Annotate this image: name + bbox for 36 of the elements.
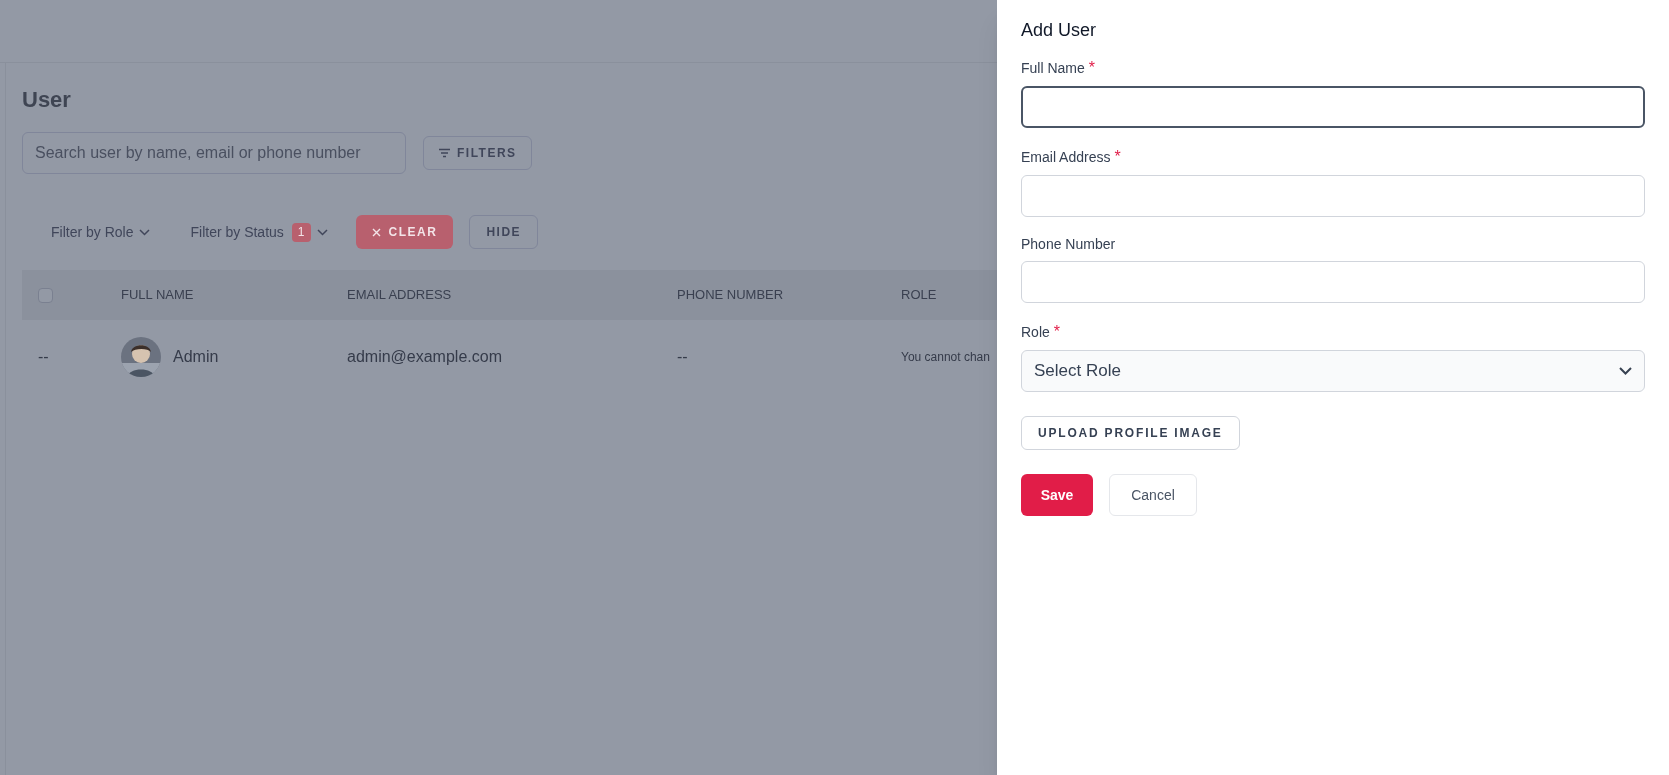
field-label: Full Name (1021, 59, 1085, 78)
chevron-down-icon (316, 228, 328, 236)
column-header: PHONE NUMBER (677, 286, 785, 305)
table-cell-text: Admin (173, 347, 219, 367)
input-field[interactable] (1021, 86, 1645, 128)
table-cell-text: You cannot chan (901, 349, 991, 366)
close-icon (371, 227, 381, 237)
required-mark: * (1053, 322, 1061, 342)
count-badge: 1 (291, 222, 311, 242)
field-label: Phone Number (1021, 235, 1116, 254)
filters-button[interactable]: FILTERS (423, 136, 532, 170)
field-label: Email Address (1021, 148, 1111, 167)
role-select[interactable]: Select Role (1021, 350, 1645, 392)
upload-profile-image-button[interactable]: UPLOAD PROFILE IMAGE (1021, 416, 1240, 450)
page-title: User (22, 86, 71, 114)
hide-button[interactable]: HIDE (469, 215, 539, 249)
chevron-down-icon (139, 228, 151, 236)
drawer-title: Add User (1021, 19, 1098, 41)
checkbox[interactable] (38, 287, 53, 303)
table-cell-text: -- (677, 347, 689, 367)
column-header: ROLE (901, 286, 938, 305)
filter-icon (438, 148, 451, 158)
clear-button[interactable]: CLEAR (355, 215, 454, 249)
save-button[interactable]: Save (1021, 474, 1093, 516)
table-cell-text: -- (37, 347, 50, 367)
search-field[interactable]: Search user by name, email or phone number (22, 132, 406, 174)
table-cell-text: admin@example.com (347, 347, 503, 367)
cancel-button[interactable]: Cancel (1109, 474, 1197, 516)
column-header: FULL NAME (121, 286, 195, 305)
filter-dropdown[interactable]: Filter by Role (51, 221, 151, 243)
filter-dropdown[interactable]: Filter by Status 1 (190, 221, 328, 243)
required-mark: * (1088, 58, 1096, 78)
field-label: Role (1021, 323, 1050, 342)
required-mark: * (1114, 147, 1121, 167)
chevron-down-icon (1619, 367, 1632, 375)
column-header: EMAIL ADDRESS (347, 286, 453, 305)
